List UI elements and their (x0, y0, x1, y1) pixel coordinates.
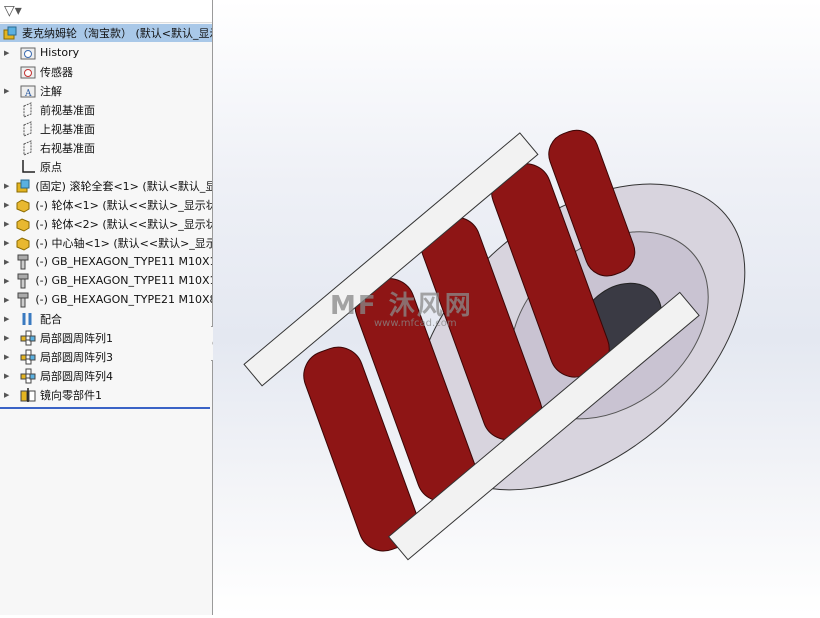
tree-item-label: 局部圆周阵列4 (40, 369, 113, 383)
part-icon (15, 235, 31, 251)
circular-pattern-icon (20, 349, 36, 365)
feature-manager-tree: ▽▾ 麦克纳姆轮（淘宝款） (默认<默认_显示 ▶ History 传感器 ▶ A 注解前… (0, 0, 213, 615)
tree-item[interactable]: ▶ (-) 轮体<2> (默认<<默认>_显示状态 (0, 214, 212, 233)
part-icon (15, 197, 31, 213)
tree-item-label: 注解 (40, 84, 62, 98)
expand-arrow-icon[interactable]: ▶ (4, 87, 14, 95)
expand-arrow-icon[interactable]: ▶ (4, 220, 9, 228)
tree-item[interactable]: ▶ (-) GB_HEXAGON_TYPE11 M10X1- (0, 271, 212, 290)
expand-arrow-icon[interactable]: ▶ (4, 296, 9, 304)
watermark: MF 沐风网 www.mfcad.com (330, 291, 473, 329)
tree-item-label: (固定) 滚轮全套<1> (默认<默认_显示 (35, 179, 212, 193)
mecanum-wheel-model (243, 129, 746, 561)
tree-item-label: (-) GB_HEXAGON_TYPE21 M10X80 (35, 293, 212, 306)
tree-item[interactable]: ▶ 局部圆周阵列4 (0, 366, 212, 385)
tree-item[interactable]: ▶ (-) 中心轴<1> (默认<<默认>_显示状 (0, 233, 212, 252)
tree-item[interactable]: ▶ 局部圆周阵列3 (0, 347, 212, 366)
sensor-folder-icon (20, 64, 36, 80)
expand-arrow-icon[interactable]: ▶ (4, 372, 14, 380)
tree-item-label: 原点 (40, 160, 62, 174)
tree-item[interactable]: 原点 (0, 157, 212, 176)
history-folder-icon (20, 45, 36, 61)
tree-item-label: (-) 轮体<1> (默认<<默认>_显示状态 (35, 198, 212, 212)
tree-item-label: 配合 (40, 312, 62, 326)
tree-item-label: 前视基准面 (40, 103, 95, 117)
expand-arrow-icon[interactable]: ▶ (4, 315, 14, 323)
filter-bar: ▽▾ (0, 0, 212, 23)
bolt-icon (15, 273, 31, 289)
watermark-brand: 沐风网 (388, 291, 473, 321)
expand-arrow-icon[interactable]: ▶ (4, 49, 14, 57)
tree-item[interactable]: ▶ (-) 轮体<1> (默认<<默认>_显示状态 (0, 195, 212, 214)
bolt-icon (15, 292, 31, 308)
graphics-viewport[interactable]: MF 沐风网 www.mfcad.com (213, 0, 820, 615)
tree-item-label: 右视基准面 (40, 141, 95, 155)
origin-icon (20, 159, 36, 175)
expand-arrow-icon[interactable]: ▶ (4, 182, 9, 190)
tree-item-label: (-) 中心轴<1> (默认<<默认>_显示状 (35, 236, 212, 250)
tree-item-label: History (40, 46, 80, 59)
mates-icon (20, 311, 36, 327)
expand-arrow-icon[interactable]: ▶ (4, 201, 9, 209)
expand-arrow-icon[interactable]: ▶ (4, 391, 14, 399)
tree-item[interactable]: ▶ 局部圆周阵列1 (0, 328, 212, 347)
plane-icon (20, 101, 36, 118)
bolt-icon (15, 254, 31, 270)
tree-item[interactable]: ▶ 配合 (0, 309, 212, 328)
tree-item-label: 局部圆周阵列1 (40, 331, 113, 345)
expand-arrow-icon[interactable]: ▶ (4, 239, 9, 247)
tree-item[interactable]: ▶ 镜向零部件1 (0, 385, 212, 404)
expand-arrow-icon[interactable]: ▶ (4, 277, 9, 285)
tree-item[interactable]: 右视基准面 (0, 138, 212, 157)
part-icon (15, 216, 31, 232)
tree-item-label: 局部圆周阵列3 (40, 350, 113, 364)
tree-item-label: 传感器 (40, 65, 73, 79)
rollback-bar[interactable] (0, 407, 210, 409)
mirror-component-icon (20, 387, 36, 403)
tree-root-label: 麦克纳姆轮（淘宝款） (默认<默认_显示 (22, 27, 213, 40)
tree-item[interactable]: ▶ (固定) 滚轮全套<1> (默认<默认_显示 (0, 176, 212, 195)
tree-item[interactable]: ▶ A 注解 (0, 81, 212, 100)
annotation-folder-icon: A (20, 83, 36, 99)
svg-text:A: A (24, 89, 32, 99)
tree-item-label: (-) GB_HEXAGON_TYPE11 M10X1- (35, 255, 212, 268)
filter-icon[interactable]: ▽▾ (4, 3, 22, 19)
tree-item[interactable]: 上视基准面 (0, 119, 212, 138)
subassembly-icon (15, 178, 31, 194)
tree-item-label: (-) 轮体<2> (默认<<默认>_显示状态 (35, 217, 212, 231)
expand-arrow-icon[interactable]: ▶ (4, 334, 14, 342)
plane-icon (20, 139, 36, 156)
tree-root-assembly[interactable]: 麦克纳姆轮（淘宝款） (默认<默认_显示 (0, 24, 212, 42)
tree-item-label: 镜向零部件1 (40, 388, 102, 402)
plane-icon (20, 120, 36, 137)
tree-item[interactable]: ▶ History (0, 43, 212, 62)
tree-item-label: (-) GB_HEXAGON_TYPE11 M10X1- (35, 274, 212, 287)
tree-item[interactable]: 前视基准面 (0, 100, 212, 119)
assembly-icon (2, 25, 18, 41)
expand-arrow-icon[interactable]: ▶ (4, 258, 9, 266)
tree-item-label: 上视基准面 (40, 122, 95, 136)
tree-item[interactable]: ▶ (-) GB_HEXAGON_TYPE11 M10X1- (0, 252, 212, 271)
circular-pattern-icon (20, 330, 36, 346)
tree-item[interactable]: 传感器 (0, 62, 212, 81)
circular-pattern-icon (20, 368, 36, 384)
tree-item[interactable]: ▶ (-) GB_HEXAGON_TYPE21 M10X80 (0, 290, 212, 309)
expand-arrow-icon[interactable]: ▶ (4, 353, 14, 361)
